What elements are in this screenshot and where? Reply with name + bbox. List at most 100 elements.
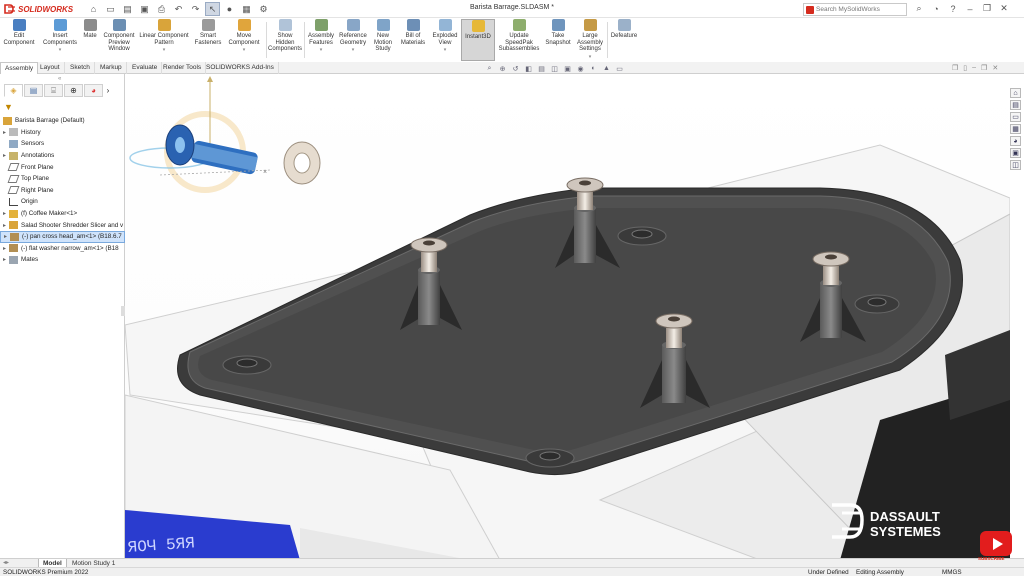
tree-item-front-plane[interactable]: Front Plane [0, 161, 125, 173]
tree-item-coffee-maker[interactable]: ▸ (f) Coffee Maker<1> [0, 208, 125, 220]
units-selector[interactable]: MMGS [942, 569, 962, 576]
insert-components-button[interactable]: Insert Components ▾ [41, 19, 79, 61]
tree-item-mates[interactable]: ▸ Mates [0, 254, 125, 266]
component-preview-button[interactable]: Component Preview Window [101, 19, 137, 61]
tree-root[interactable]: Barista Barrage (Default) [0, 115, 125, 127]
expand-arrow-icon[interactable]: ▸ [0, 129, 9, 136]
chevron-down-icon[interactable]: ▾ [444, 47, 447, 54]
tab-render-tools[interactable]: Render Tools [159, 62, 207, 74]
tree-item-pan-cross-head[interactable]: ▸ (-) pan cross head_am<1> (B18.6.7 [0, 230, 125, 243]
move-component-button[interactable]: Move Component ▾ [225, 19, 263, 61]
expand-arrow-icon[interactable]: ▸ [0, 210, 9, 217]
graphics-area[interactable]: ЯОЧ 5ЯЯ × DASSAULT SYSTEMES [125, 74, 1010, 558]
viewport-minimize-icon[interactable]: – [972, 64, 976, 72]
tree-item-annotations[interactable]: ▸ Annotations [0, 150, 125, 162]
appearances-icon[interactable]: ◕ [1010, 136, 1021, 146]
tree-item-sensors[interactable]: Sensors [0, 138, 125, 150]
tree-item-origin[interactable]: Origin [0, 196, 125, 208]
tree-item-right-plane[interactable]: Right Plane [0, 185, 125, 197]
expand-arrow-icon[interactable]: ▸ [0, 152, 9, 159]
viewport-tile-icon[interactable]: ▯ [963, 64, 967, 72]
expand-tabs-icon[interactable]: › [104, 84, 112, 97]
tab-evaluate[interactable]: Evaluate [128, 62, 163, 74]
sensors-icon [9, 139, 18, 148]
chevron-down-icon[interactable]: ▾ [243, 47, 246, 54]
take-snapshot-button[interactable]: Take Snapshot [543, 19, 573, 61]
tree-item-history[interactable]: ▸ History [0, 127, 125, 139]
tree-item-salad-shooter[interactable]: ▸ Salad Shooter Shredder Slicer and v [0, 219, 125, 231]
search-icon[interactable]: ⌕ [913, 2, 925, 15]
new-motion-study-button[interactable]: New Motion Study [370, 19, 396, 61]
filter-icon[interactable]: ▼ [4, 102, 16, 112]
zoom-area-icon[interactable]: ⊕ [498, 64, 507, 73]
section-view-icon[interactable]: ◧ [524, 64, 533, 73]
assembly-features-button[interactable]: Assembly Features ▾ [306, 19, 336, 61]
expand-arrow-icon[interactable]: ▸ [1, 233, 10, 240]
zoom-to-fit-icon[interactable]: ⌕ [485, 64, 494, 73]
expand-arrow-icon[interactable]: ▸ [0, 245, 9, 252]
chevron-down-icon[interactable]: ▾ [59, 47, 62, 54]
search-input[interactable]: Search MySolidWorks [803, 3, 907, 16]
property-manager-tab-icon[interactable]: ▤ [24, 84, 43, 97]
display-manager-tab-icon[interactable]: ◕ [84, 84, 103, 97]
chevron-down-icon[interactable]: ▾ [320, 47, 323, 54]
view-orientation-icon[interactable]: ◫ [550, 64, 559, 73]
tab-addins[interactable]: SOLIDWORKS Add-Ins [202, 62, 279, 74]
bill-of-materials-button[interactable]: Bill of Materials [398, 19, 428, 61]
viewport-restore-icon[interactable]: ❐ [952, 64, 958, 72]
close-icon[interactable]: ✕ [998, 2, 1010, 15]
exploded-view-button[interactable]: Exploded View ▾ [430, 19, 460, 61]
panel-collapse-icon[interactable]: « [58, 76, 61, 82]
insert-components-label: Insert Components [42, 33, 78, 46]
mate-button[interactable]: Mate [80, 19, 100, 61]
update-speedpak-button[interactable]: Update SpeedPak Subassemblies [497, 19, 541, 61]
new-motion-study-label: New Motion Study [373, 33, 392, 53]
youtube-subscribe-button[interactable] [980, 531, 1012, 556]
view-settings-icon[interactable]: ▭ [615, 64, 624, 73]
solidworks-forum-icon[interactable]: ◫ [1010, 160, 1021, 170]
dynamic-annotation-icon[interactable]: ▤ [537, 64, 546, 73]
chevron-down-icon[interactable]: ▾ [352, 47, 355, 54]
help-icon[interactable]: ? [947, 2, 959, 15]
design-library-icon[interactable]: ▤ [1010, 100, 1021, 110]
edit-component-button[interactable]: Edit Component [3, 19, 35, 61]
file-explorer-icon[interactable]: ▭ [1010, 112, 1021, 122]
edit-appearance-icon[interactable]: ◐ [589, 64, 598, 73]
linear-pattern-button[interactable]: Linear Component Pattern ▾ [138, 19, 190, 61]
viewport-maximize-icon[interactable]: ❐ [981, 64, 987, 72]
user-icon[interactable]: ◔ [930, 2, 942, 15]
tab-layout[interactable]: Layout [36, 62, 65, 74]
panel-resize-handle[interactable] [121, 306, 125, 316]
previous-view-icon[interactable]: ↺ [511, 64, 520, 73]
bill-of-materials-label: Bill of Materials [400, 33, 426, 46]
large-assembly-button[interactable]: Large Assembly Settings ▾ [574, 19, 606, 61]
tab-sketch[interactable]: Sketch [66, 62, 95, 74]
show-hidden-button[interactable]: Show Hidden Components [268, 19, 302, 61]
solidworks-resources-icon[interactable]: ⌂ [1010, 88, 1021, 98]
view-palette-icon[interactable]: ▦ [1010, 124, 1021, 134]
custom-properties-icon[interactable]: ▣ [1010, 148, 1021, 158]
expand-arrow-icon[interactable]: ▸ [0, 256, 9, 263]
chevron-down-icon[interactable]: ▾ [589, 54, 592, 61]
instant3d-button[interactable]: Instant3D [461, 19, 495, 61]
dimxpert-tab-icon[interactable]: ⊕ [64, 84, 83, 97]
apply-scene-icon[interactable]: ▲ [602, 64, 611, 73]
smart-fasteners-button[interactable]: Smart Fasteners [193, 19, 223, 61]
tab-markup[interactable]: Markup [96, 62, 127, 74]
product-edition: SOLIDWORKS Premium 2022 [3, 569, 89, 576]
feature-tree-tab-icon[interactable]: ◈ [4, 84, 23, 97]
expand-arrow-icon[interactable]: ▸ [0, 222, 9, 229]
display-style-icon[interactable]: ▣ [563, 64, 572, 73]
configuration-manager-tab-icon[interactable]: ⌸ [44, 84, 63, 97]
minimize-icon[interactable]: – [964, 2, 976, 15]
viewport-close-icon[interactable]: ✕ [992, 64, 998, 72]
tree-item-flat-washer[interactable]: ▸ (-) flat washer narrow_am<1> (B18 [0, 243, 125, 255]
reference-geometry-button[interactable]: Reference Geometry ▾ [337, 19, 369, 61]
scroll-left-icon[interactable]: ◂▸ [3, 559, 9, 566]
chevron-down-icon[interactable]: ▾ [163, 47, 166, 54]
restore-icon[interactable]: ❐ [981, 2, 993, 15]
defeature-button[interactable]: Defeature [609, 19, 639, 61]
tab-assembly[interactable]: Assembly [0, 62, 39, 74]
tree-item-top-plane[interactable]: Top Plane [0, 173, 125, 185]
hide-show-icon[interactable]: ◉ [576, 64, 585, 73]
